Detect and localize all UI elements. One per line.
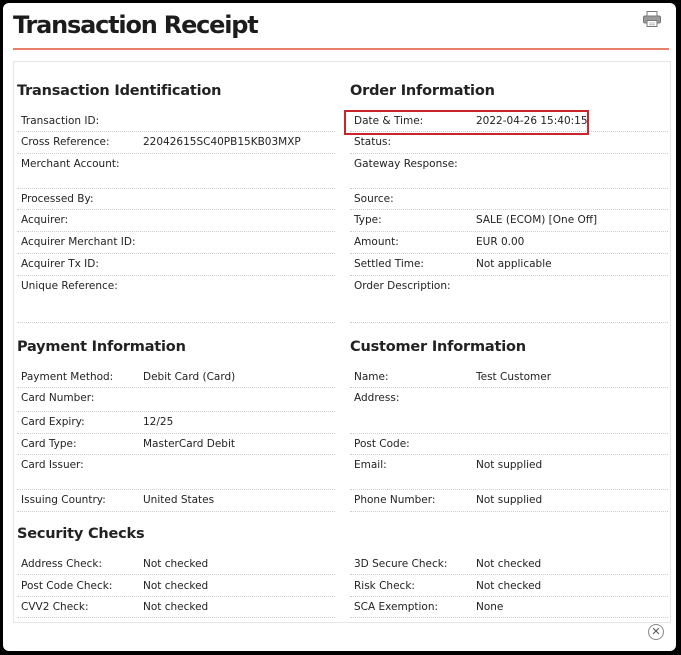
field-label: Gateway Response: [354,158,458,170]
row-issuing-country: Issuing Country: United States [17,490,335,512]
issuing-country-value: United States [143,494,215,506]
row-acquirer-merchant-id: Acquirer Merchant ID: [17,232,335,254]
field-label: Card Type: [21,438,77,450]
field-label: 3D Secure Check: [354,558,448,570]
printer-icon[interactable] [643,11,661,27]
field-label: Card Expiry: [21,416,85,428]
field-label: Acquirer: [21,214,69,226]
field-label: Issuing Country: [21,494,106,506]
row-gateway-response: Gateway Response: [350,154,668,189]
section-title-order-information: Order Information [350,83,495,99]
row-transaction-id: Transaction ID: [17,111,335,132]
date-time-highlight [344,110,589,135]
type-value: SALE (ECOM) [One Off] [476,214,598,226]
cross-reference-value: 22042615SC40PB15KB03MXP [143,136,301,148]
row-post-code: Post Code: [350,434,668,455]
post-code-check-value: Not checked [143,580,209,592]
row-cvv2-check: CVV2 Check: Not checked [17,597,335,618]
row-name: Name: Test Customer [350,367,668,388]
row-email: Email: Not supplied [350,455,668,490]
payment-method-value: Debit Card (Card) [143,371,236,383]
card-expiry-value: 12/25 [143,416,174,428]
row-source: Source: [350,189,668,210]
row-status: Status: [350,132,668,154]
field-label: Payment Method: [21,371,114,383]
row-processed-by: Processed By: [17,189,335,210]
row-address: Address: [350,388,668,434]
row-merchant-account: Merchant Account: [17,154,335,189]
row-amount: Amount: EUR 0.00 [350,232,668,254]
section-title-payment-information: Payment Information [17,339,186,355]
section-title-customer-information: Customer Information [350,339,526,355]
transaction-receipt-dialog: Transaction Receipt Transaction Identifi… [3,3,676,651]
phone-number-value: Not supplied [476,494,543,506]
email-value: Not supplied [476,459,543,471]
settled-time-value: Not applicable [476,258,552,270]
3d-secure-check-value: Not checked [476,558,542,570]
row-risk-check: Risk Check: Not checked [350,576,668,597]
field-label: Card Issuer: [21,459,84,471]
row-payment-method: Payment Method: Debit Card (Card) [17,367,335,388]
row-address-check: Address Check: Not checked [17,554,335,575]
field-label: Merchant Account: [21,158,120,170]
field-label: Post Code Check: [21,580,113,592]
row-card-type: Card Type: MasterCard Debit [17,434,335,455]
row-settled-time: Settled Time: Not applicable [350,254,668,276]
row-unique-reference: Unique Reference: [17,276,335,323]
title-divider [13,48,669,50]
sca-exemption-value: None [476,601,504,613]
section-title-security-checks: Security Checks [17,526,145,542]
field-label: Acquirer Tx ID: [21,258,99,270]
row-card-issuer: Card Issuer: [17,455,335,490]
address-check-value: Not checked [143,558,209,570]
field-label: Email: [354,459,387,471]
customer-name-value: Test Customer [476,371,552,383]
field-label: Address Check: [21,558,102,570]
row-post-code-check: Post Code Check: Not checked [17,576,335,597]
field-label: Amount: [354,236,399,248]
field-label: Acquirer Merchant ID: [21,236,136,248]
row-acquirer-tx-id: Acquirer Tx ID: [17,254,335,276]
cvv2-check-value: Not checked [143,601,209,613]
field-label: SCA Exemption: [354,601,439,613]
field-label: Order Description: [354,280,451,292]
row-order-description: Order Description: [350,276,668,323]
field-label: Name: [354,371,389,383]
row-card-expiry: Card Expiry: 12/25 [17,412,335,434]
row-phone-number: Phone Number: Not supplied [350,490,668,512]
row-acquirer: Acquirer: [17,210,335,232]
row-card-number: Card Number: [17,388,335,412]
field-label: Type: [354,214,382,226]
field-label: Settled Time: [354,258,424,270]
field-label: Source: [354,193,394,205]
field-label: Processed By: [21,193,94,205]
field-label: Phone Number: [354,494,436,506]
row-cross-reference: Cross Reference: 22042615SC40PB15KB03MXP [17,132,335,154]
row-sca-exemption: SCA Exemption: None [350,597,668,618]
field-label: Risk Check: [354,580,415,592]
card-type-value: MasterCard Debit [143,438,236,450]
field-label: Unique Reference: [21,280,118,292]
row-type: Type: SALE (ECOM) [One Off] [350,210,668,232]
section-title-transaction-identification: Transaction Identification [17,83,222,99]
field-label: CVV2 Check: [21,601,89,613]
field-label: Transaction ID: [21,115,100,127]
field-label: Card Number: [21,392,95,404]
row-3d-secure-check: 3D Secure Check: Not checked [350,554,668,575]
close-icon[interactable]: ✕ [648,624,664,640]
amount-value: EUR 0.00 [476,236,525,248]
dialog-title: Transaction Receipt [13,11,259,39]
field-label: Status: [354,136,391,148]
field-label: Cross Reference: [21,136,110,148]
field-label: Address: [354,392,400,404]
risk-check-value: Not checked [476,580,542,592]
field-label: Post Code: [354,438,410,450]
